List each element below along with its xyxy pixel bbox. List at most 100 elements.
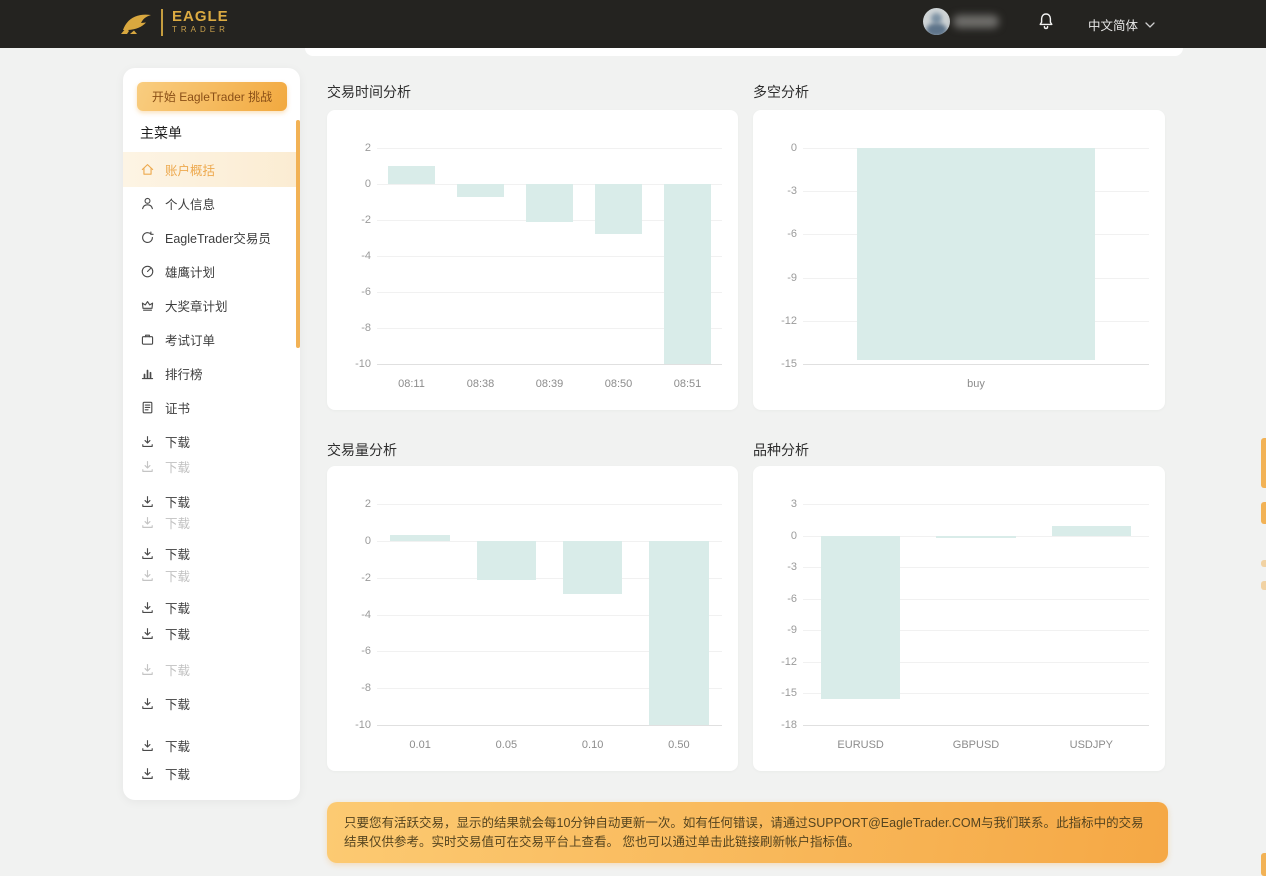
sidebar-item-download[interactable]: 下载 xyxy=(123,563,300,587)
bar-0.10 xyxy=(563,541,623,594)
y-axis-tick: -2 xyxy=(331,572,371,584)
sidebar-item-home-active[interactable]: 账户概括 xyxy=(123,152,300,187)
sidebar-item-label: 证书 xyxy=(165,398,190,417)
brand-logo[interactable]: EAGLE TRADER xyxy=(118,7,229,37)
download-icon xyxy=(140,434,155,449)
sidebar-item-label: 下载 xyxy=(165,598,190,617)
sidebar-item-download[interactable]: 下载 xyxy=(123,691,300,715)
download-icon xyxy=(140,515,155,530)
sidebar-scrollbar[interactable] xyxy=(296,120,300,348)
crown-icon xyxy=(140,298,155,313)
y-axis-tick: -12 xyxy=(757,656,797,668)
y-axis-tick: -8 xyxy=(331,322,371,334)
logo-text-trader: TRADER xyxy=(172,24,229,35)
bar-GBPUSD xyxy=(936,536,1016,538)
gauge-icon xyxy=(140,264,155,279)
download-icon xyxy=(140,696,155,711)
y-axis-tick: -3 xyxy=(757,561,797,573)
gridline xyxy=(803,725,1149,726)
sidebar-item-refresh[interactable]: EagleTrader交易员 xyxy=(123,225,300,249)
y-axis-tick: -10 xyxy=(331,719,371,731)
sidebar-item-label: 下载 xyxy=(165,432,190,451)
sidebar-item-download[interactable]: 下载 xyxy=(123,595,300,619)
sidebar-item-crown[interactable]: 大奖章计划 xyxy=(123,293,300,317)
chart-card-trading-time: 20-2-4-6-8-1008:1108:3808:3908:5008:51 xyxy=(327,110,738,410)
sidebar-item-download[interactable]: 下载 xyxy=(123,761,300,785)
x-axis-tick: 0.01 xyxy=(409,739,430,751)
certificate-icon xyxy=(140,400,155,415)
sidebar-item-certificate[interactable]: 证书 xyxy=(123,395,300,419)
gridline xyxy=(803,364,1149,365)
briefcase-icon xyxy=(140,332,155,347)
x-axis-tick: 0.05 xyxy=(496,739,517,751)
y-axis-tick: -12 xyxy=(757,315,797,327)
user-name-blurred xyxy=(953,15,999,28)
sidebar-item-label: 下载 xyxy=(165,544,190,563)
chart-title-volume: 交易量分析 xyxy=(327,440,397,460)
y-axis-tick: -18 xyxy=(757,719,797,731)
edge-fragment xyxy=(1261,581,1266,590)
download-icon xyxy=(140,766,155,781)
sidebar-item-download[interactable]: 下载 xyxy=(123,733,300,757)
sidebar-item-label: 下载 xyxy=(165,660,190,679)
chart-plot-long-short: 0-3-6-9-12-15buy xyxy=(803,148,1149,364)
x-axis-tick: buy xyxy=(967,378,985,390)
sidebar-menu: 账户概括个人信息 EagleTrader交易员雄鹰计划大奖章计划考试订单排行榜证书… xyxy=(123,68,300,800)
y-axis-tick: -15 xyxy=(757,687,797,699)
sidebar-item-download[interactable]: 下载 xyxy=(123,510,300,534)
chart-plot-symbol: 30-3-6-9-12-15-18EURUSDGBPUSDUSDJPY xyxy=(803,504,1149,725)
sidebar-item-download[interactable]: 下载 xyxy=(123,621,300,645)
sidebar-item-download[interactable]: 下载 xyxy=(123,454,300,478)
sidebar-item-bar-chart[interactable]: 排行榜 xyxy=(123,361,300,385)
y-axis-tick: -6 xyxy=(757,228,797,240)
download-icon xyxy=(140,626,155,641)
language-selector[interactable]: 中文简体 xyxy=(1088,15,1155,34)
refresh-icon xyxy=(140,230,155,245)
download-icon xyxy=(140,494,155,509)
chart-title-symbol: 品种分析 xyxy=(753,440,809,460)
x-axis-tick: GBPUSD xyxy=(953,739,999,751)
user-icon xyxy=(140,196,155,211)
bar-08:51 xyxy=(664,184,712,364)
avatar[interactable] xyxy=(923,8,950,35)
sidebar-item-label: 下载 xyxy=(165,736,190,755)
chart-title-long-short: 多空分析 xyxy=(753,82,809,102)
scrolled-card-bottom-edge xyxy=(305,48,1183,56)
x-axis-tick: USDJPY xyxy=(1070,739,1113,751)
sidebar-item-label: EagleTrader交易员 xyxy=(165,228,271,247)
bar-08:50 xyxy=(595,184,643,234)
sidebar-item-download[interactable]: 下载 xyxy=(123,657,300,681)
y-axis-tick: -4 xyxy=(331,609,371,621)
notification-bell-icon[interactable] xyxy=(1037,11,1055,31)
sidebar-item-gauge[interactable]: 雄鹰计划 xyxy=(123,259,300,283)
chart-card-long-short: 0-3-6-9-12-15buy xyxy=(753,110,1165,410)
sidebar-item-briefcase[interactable]: 考试订单 xyxy=(123,327,300,351)
gridline xyxy=(377,725,722,726)
x-axis-tick: 08:39 xyxy=(536,378,564,390)
gridline xyxy=(377,148,722,149)
y-axis-tick: -3 xyxy=(757,185,797,197)
download-icon xyxy=(140,568,155,583)
sidebar-item-label: 排行榜 xyxy=(165,364,203,383)
y-axis-tick: -10 xyxy=(331,358,371,370)
logo-divider xyxy=(161,9,163,36)
notice-text[interactable]: 只要您有活跃交易，显示的结果就会每10分钟自动更新一次。如有任何错误，请通过SU… xyxy=(344,814,1151,852)
y-axis-tick: -8 xyxy=(331,682,371,694)
x-axis-tick: 0.10 xyxy=(582,739,603,751)
sidebar-item-label: 下载 xyxy=(165,457,190,476)
sidebar-item-download[interactable]: 下载 xyxy=(123,429,300,453)
sidebar-item-label: 雄鹰计划 xyxy=(165,262,215,281)
x-axis-tick: EURUSD xyxy=(837,739,883,751)
x-axis-tick: 08:50 xyxy=(605,378,633,390)
bar-chart-icon xyxy=(140,366,155,381)
sidebar-item-download[interactable]: 下载 xyxy=(123,541,300,565)
eagle-icon xyxy=(118,7,154,37)
top-header: EAGLE TRADER 中文简体 xyxy=(0,0,1266,48)
y-axis-tick: 0 xyxy=(331,535,371,547)
bar-08:39 xyxy=(526,184,574,222)
sidebar-item-user[interactable]: 个人信息 xyxy=(123,191,300,215)
sidebar: 开始 EagleTrader 挑战 主菜单 账户概括个人信息EagleTrade… xyxy=(123,68,300,800)
gridline xyxy=(377,504,722,505)
chevron-down-icon xyxy=(1145,22,1155,28)
bar-0.01 xyxy=(390,535,450,541)
